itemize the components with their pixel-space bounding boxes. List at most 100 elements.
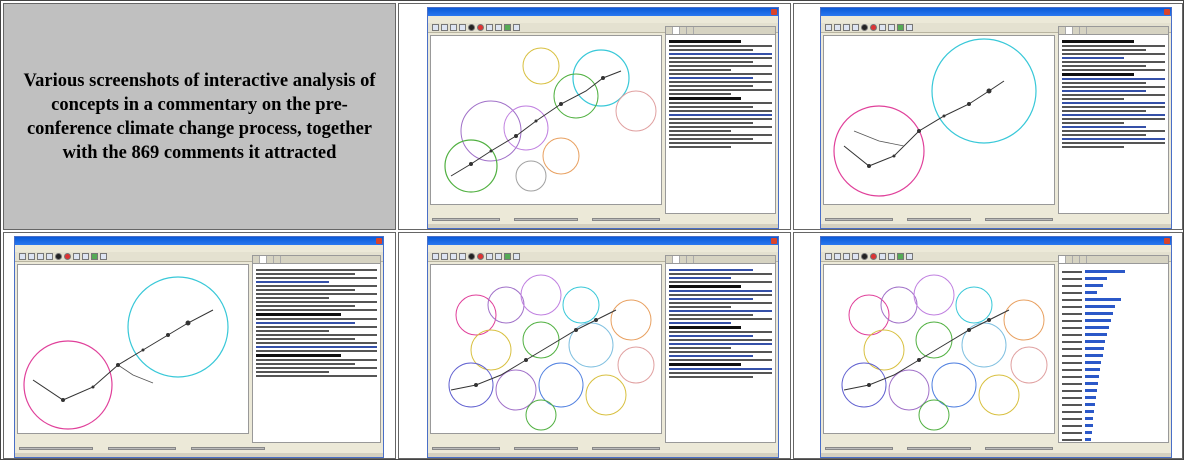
node-icon[interactable] <box>450 253 457 260</box>
concept-map[interactable] <box>430 264 662 434</box>
close-icon[interactable] <box>376 238 382 244</box>
node-icon[interactable] <box>468 253 475 260</box>
slider-visible-concepts[interactable] <box>825 447 894 450</box>
slider-relation-degree[interactable] <box>191 447 265 450</box>
tab-2[interactable] <box>260 256 267 263</box>
zoom-icon[interactable] <box>28 253 35 260</box>
zoom-icon[interactable] <box>834 24 841 31</box>
pin-icon[interactable] <box>100 253 107 260</box>
tab-3[interactable] <box>1073 27 1080 34</box>
tab-1[interactable] <box>1059 27 1066 34</box>
list-item[interactable] <box>1062 367 1165 372</box>
node-icon[interactable] <box>861 24 868 31</box>
tab-2[interactable] <box>1066 256 1073 263</box>
tab-2[interactable] <box>1066 27 1073 34</box>
list-item[interactable] <box>1062 395 1165 400</box>
zoom-icon[interactable] <box>441 24 448 31</box>
list-item[interactable] <box>1062 374 1165 379</box>
pin-icon[interactable] <box>459 24 466 31</box>
slider-theme-size[interactable] <box>107 447 177 450</box>
pin-icon[interactable] <box>906 24 913 31</box>
concept-map[interactable] <box>17 264 249 434</box>
list-item[interactable] <box>1062 381 1165 386</box>
list-item[interactable] <box>1062 269 1165 274</box>
tab-4[interactable] <box>274 256 281 263</box>
search-icon[interactable] <box>504 253 511 260</box>
list-item[interactable] <box>1062 388 1165 393</box>
concept-map[interactable] <box>430 35 662 205</box>
slider-relation-degree[interactable] <box>984 447 1053 450</box>
zoom-icon[interactable] <box>834 253 841 260</box>
list-item[interactable] <box>1062 318 1165 323</box>
zoom-icon[interactable] <box>888 253 895 260</box>
tab-4[interactable] <box>1080 27 1087 34</box>
list-item[interactable] <box>1062 311 1165 316</box>
search-icon[interactable] <box>504 24 511 31</box>
list-item[interactable] <box>1062 437 1165 442</box>
slider-visible-concepts[interactable] <box>432 218 501 221</box>
slider-relation-degree[interactable] <box>591 218 660 221</box>
node-icon[interactable] <box>861 253 868 260</box>
list-item[interactable] <box>1062 402 1165 407</box>
delete-icon[interactable] <box>477 24 484 31</box>
zoom-icon[interactable] <box>888 24 895 31</box>
list-item[interactable] <box>1062 304 1165 309</box>
slider-theme-size[interactable] <box>907 447 971 450</box>
delete-icon[interactable] <box>477 253 484 260</box>
list-item[interactable] <box>1062 353 1165 358</box>
pin-icon[interactable] <box>852 24 859 31</box>
slider-relation-degree[interactable] <box>984 218 1053 221</box>
tab-3[interactable] <box>680 256 687 263</box>
tab-4[interactable] <box>687 27 694 34</box>
slider-visible-concepts[interactable] <box>825 218 894 221</box>
slider-visible-concepts[interactable] <box>432 447 501 450</box>
pin-icon[interactable] <box>906 253 913 260</box>
node-icon[interactable] <box>450 24 457 31</box>
close-icon[interactable] <box>1164 238 1170 244</box>
zoom-icon[interactable] <box>495 253 502 260</box>
pin-icon[interactable] <box>513 253 520 260</box>
slider-visible-concepts[interactable] <box>19 447 93 450</box>
slider-theme-size[interactable] <box>514 447 578 450</box>
close-icon[interactable] <box>1164 9 1170 15</box>
pin-icon[interactable] <box>459 253 466 260</box>
slider-theme-size[interactable] <box>907 218 971 221</box>
pin-icon[interactable] <box>852 253 859 260</box>
search-icon[interactable] <box>91 253 98 260</box>
node-icon[interactable] <box>843 253 850 260</box>
node-icon[interactable] <box>55 253 62 260</box>
close-icon[interactable] <box>432 253 439 260</box>
list-item[interactable] <box>1062 276 1165 281</box>
close-icon[interactable] <box>19 253 26 260</box>
delete-icon[interactable] <box>870 253 877 260</box>
delete-icon[interactable] <box>870 24 877 31</box>
tab-4[interactable] <box>687 256 694 263</box>
list-item[interactable] <box>1062 290 1165 295</box>
list-item[interactable] <box>1062 346 1165 351</box>
close-icon[interactable] <box>771 9 777 15</box>
slider-relation-degree[interactable] <box>591 447 660 450</box>
settings-icon[interactable] <box>879 253 886 260</box>
delete-icon[interactable] <box>64 253 71 260</box>
close-icon[interactable] <box>825 253 832 260</box>
close-icon[interactable] <box>432 24 439 31</box>
tab-3[interactable] <box>1073 256 1080 263</box>
zoom-icon[interactable] <box>495 24 502 31</box>
settings-icon[interactable] <box>879 24 886 31</box>
list-item[interactable] <box>1062 283 1165 288</box>
search-icon[interactable] <box>897 24 904 31</box>
list-item[interactable] <box>1062 360 1165 365</box>
node-icon[interactable] <box>843 24 850 31</box>
slider-theme-size[interactable] <box>514 218 578 221</box>
list-item[interactable] <box>1062 409 1165 414</box>
concept-map[interactable] <box>823 35 1055 205</box>
concept-map[interactable] <box>823 264 1055 434</box>
list-item[interactable] <box>1062 423 1165 428</box>
tab-1[interactable] <box>253 256 260 263</box>
pin-icon[interactable] <box>513 24 520 31</box>
search-icon[interactable] <box>897 253 904 260</box>
list-item[interactable] <box>1062 416 1165 421</box>
tab-1[interactable] <box>666 27 673 34</box>
zoom-icon[interactable] <box>441 253 448 260</box>
settings-icon[interactable] <box>486 24 493 31</box>
